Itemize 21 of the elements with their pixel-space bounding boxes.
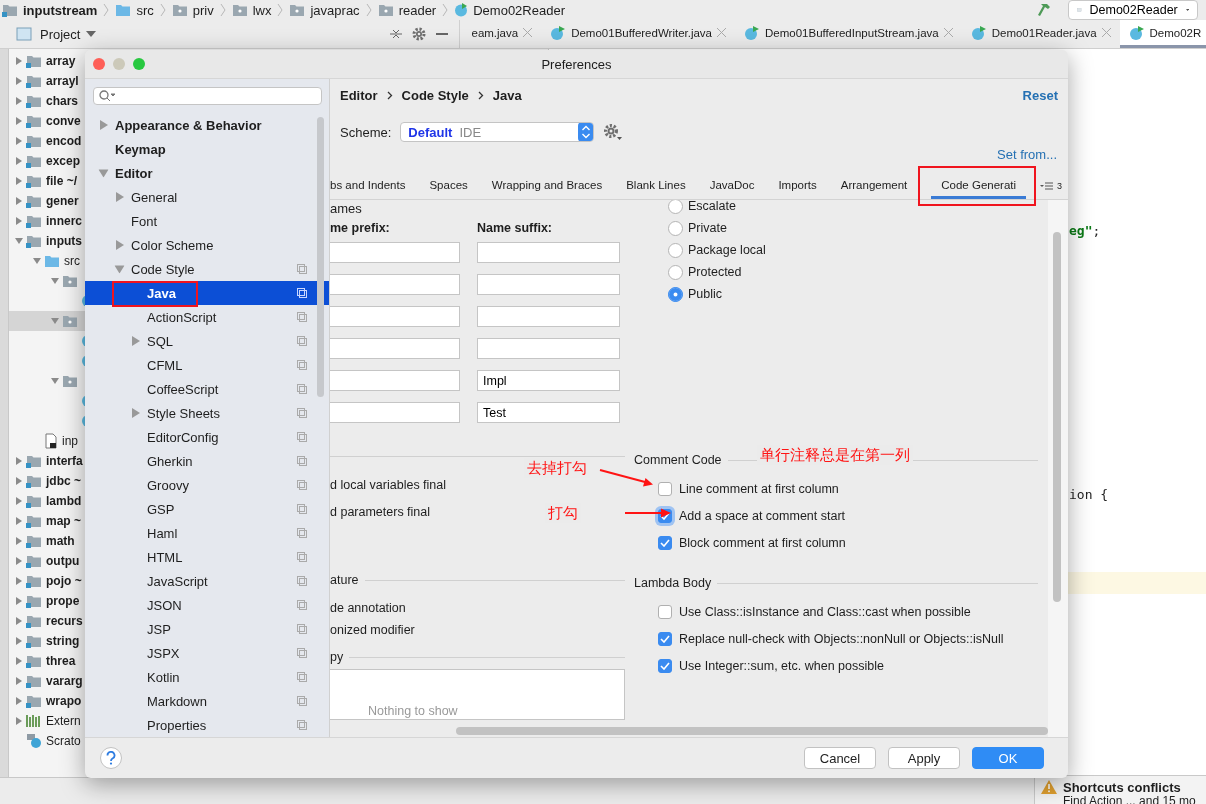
column-label: Name suffix: — [477, 221, 553, 235]
breadcrumb-item: Code Style — [401, 87, 469, 103]
annotation-text: 单行注释总是在第一列 — [757, 445, 913, 465]
option-label: d parameters final — [330, 503, 431, 521]
section-title: Lambda Body — [634, 576, 712, 590]
code-line: ion { — [1069, 486, 1109, 504]
section-title: py — [330, 650, 344, 664]
code-line: eg"; — [1069, 222, 1101, 240]
option-label: onized modifier — [330, 622, 415, 639]
breadcrumb-item: Java — [492, 87, 522, 103]
option-label: de annotation — [330, 600, 406, 617]
breadcrumb-item: Editor — [340, 87, 378, 103]
window-title: Preferences — [540, 56, 613, 72]
section-title: Comment Code — [634, 453, 722, 467]
column-label: me prefix: — [330, 221, 391, 235]
empty-list-text: Nothing to show — [368, 704, 458, 718]
section-title: ature — [330, 573, 359, 587]
option-label: d local variables final — [330, 476, 447, 494]
scheme-label: Scheme: — [340, 124, 392, 140]
section-title: ames — [330, 200, 363, 218]
notification-title: Shortcuts conflicts — [1063, 780, 1182, 795]
